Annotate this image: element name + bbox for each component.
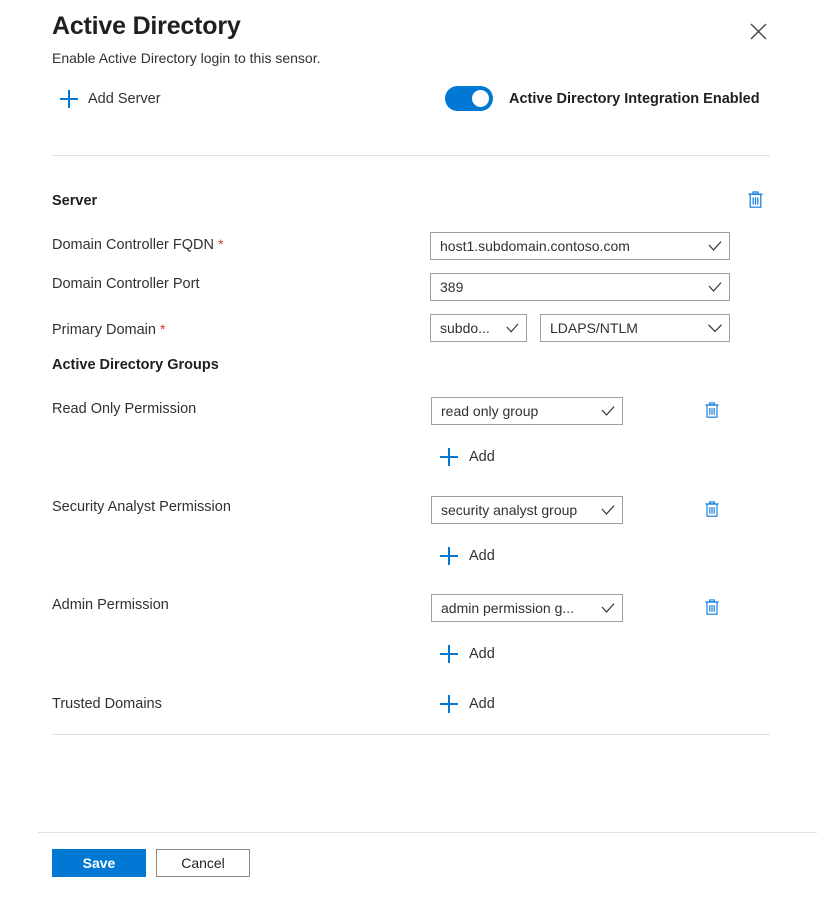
delete-server-button[interactable] [744, 189, 766, 213]
close-button[interactable] [743, 16, 773, 46]
ad-integration-toggle-label: Active Directory Integration Enabled [509, 90, 760, 107]
trash-icon [704, 401, 720, 422]
chevron-down-icon[interactable] [707, 323, 723, 333]
cancel-button[interactable]: Cancel [156, 849, 250, 877]
domain-controller-fqdn-label: Domain Controller FQDN * [52, 236, 224, 253]
check-caret-icon[interactable] [600, 602, 616, 614]
primary-domain-protocol-value: LDAPS/NTLM [550, 320, 638, 336]
plus-icon [440, 645, 458, 663]
security-analyst-permission-label: Security Analyst Permission [52, 499, 231, 515]
primary-domain-input[interactable]: subdo... [430, 314, 527, 342]
add-label: Add [469, 548, 495, 564]
server-section-heading: Server [52, 193, 98, 209]
add-server-button[interactable]: Add Server [60, 90, 161, 108]
close-icon [750, 23, 767, 40]
ad-integration-toggle[interactable] [445, 86, 493, 111]
domain-controller-port-value: 389 [440, 279, 464, 295]
plus-icon [440, 695, 458, 713]
check-caret-icon[interactable] [600, 405, 616, 417]
trash-icon [704, 500, 720, 521]
primary-domain-protocol-select[interactable]: LDAPS/NTLM [540, 314, 730, 342]
divider-bottom [52, 734, 770, 735]
save-button[interactable]: Save [52, 849, 146, 877]
read-only-permission-group-value: read only group [441, 403, 539, 419]
toggle-knob [472, 90, 489, 107]
plus-icon [440, 448, 458, 466]
delete-admin-permission-button[interactable] [701, 596, 723, 620]
primary-domain-value: subdo... [440, 320, 490, 336]
primary-domain-label: Primary Domain * [52, 321, 166, 338]
add-read-only-permission-group-button[interactable]: Add [440, 448, 495, 466]
plus-icon [440, 547, 458, 565]
read-only-permission-label: Read Only Permission [52, 401, 197, 417]
add-trusted-domain-button[interactable]: Add [440, 695, 495, 713]
required-indicator: * [217, 236, 224, 252]
plus-icon [60, 90, 78, 108]
domain-controller-port-label: Domain Controller Port [52, 276, 200, 292]
add-security-analyst-permission-group-button[interactable]: Add [440, 547, 495, 565]
delete-security-analyst-permission-button[interactable] [701, 498, 723, 522]
add-label: Add [469, 449, 495, 465]
ad-integration-toggle-row: Active Directory Integration Enabled [445, 86, 760, 111]
add-server-label: Add Server [88, 91, 161, 107]
trash-icon [704, 598, 720, 619]
page-title: Active Directory [52, 12, 241, 40]
domain-controller-fqdn-value: host1.subdomain.contoso.com [440, 238, 630, 254]
divider-top [52, 155, 770, 156]
add-admin-permission-group-button[interactable]: Add [440, 645, 495, 663]
check-caret-icon[interactable] [707, 240, 723, 252]
page-subtitle: Enable Active Directory login to this se… [52, 50, 321, 66]
domain-controller-port-input[interactable]: 389 [430, 273, 730, 301]
footer-actions: Save Cancel [52, 849, 250, 877]
domain-controller-fqdn-input[interactable]: host1.subdomain.contoso.com [430, 232, 730, 260]
active-directory-panel: Active Directory Enable Active Directory… [0, 0, 817, 898]
add-label: Add [469, 646, 495, 662]
read-only-permission-group-input[interactable]: read only group [431, 397, 623, 425]
check-caret-icon[interactable] [600, 504, 616, 516]
trash-icon [747, 190, 764, 212]
groups-section-heading: Active Directory Groups [52, 357, 219, 373]
check-caret-icon[interactable] [707, 281, 723, 293]
delete-read-only-permission-button[interactable] [701, 399, 723, 423]
trusted-domains-label: Trusted Domains [52, 696, 162, 712]
security-analyst-permission-group-input[interactable]: security analyst group [431, 496, 623, 524]
required-indicator: * [159, 321, 166, 337]
divider-footer [38, 832, 817, 833]
admin-permission-group-value: admin permission g... [441, 600, 575, 616]
admin-permission-group-input[interactable]: admin permission g... [431, 594, 623, 622]
security-analyst-permission-group-value: security analyst group [441, 502, 578, 518]
admin-permission-label: Admin Permission [52, 597, 169, 613]
add-label: Add [469, 696, 495, 712]
check-caret-icon[interactable] [505, 322, 520, 334]
